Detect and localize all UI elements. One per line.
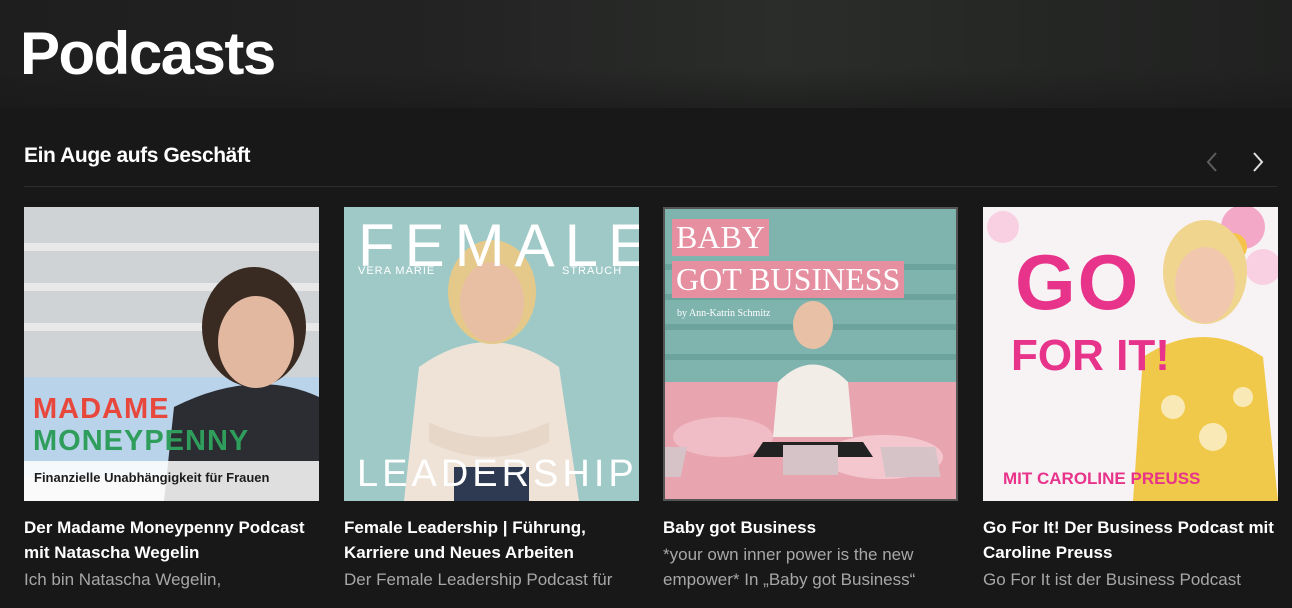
podcast-title-line[interactable]: Caroline Preuss	[983, 543, 1112, 562]
previous-button[interactable]	[1198, 148, 1226, 176]
shelf-title: Ein Auge aufs Geschäft	[24, 144, 251, 167]
podcast-description-line: *your own inner power is the new	[663, 545, 914, 564]
chevron-left-icon	[1206, 152, 1217, 172]
podcast-card[interactable]: FEMALE VERA MARIE STRAUCH LEADERSHIP Fem…	[344, 207, 639, 592]
cover-text: BABY	[672, 219, 769, 256]
next-button[interactable]	[1244, 148, 1272, 176]
podcast-title[interactable]: Baby got Business	[663, 515, 958, 540]
chevron-right-icon	[1253, 152, 1264, 172]
podcast-title-line[interactable]: Karriere und Neues Arbeiten	[344, 543, 574, 562]
cover-text: GO	[1015, 238, 1141, 326]
cover-text: FOR IT!	[1011, 331, 1170, 380]
podcast-title[interactable]: Der Madame Moneypenny Podcast mit Natasc…	[24, 515, 319, 565]
podcast-title-line[interactable]: Der Madame Moneypenny Podcast	[24, 518, 305, 537]
cover-text: Finanzielle Unabhängigkeit für Frauen	[34, 470, 270, 485]
cover-text: GOT BUSINESS	[672, 261, 905, 298]
cover-text: MONEYPENNY	[33, 425, 250, 457]
podcast-cover-image[interactable]: GO FOR IT! MIT CAROLINE PREUSS	[983, 207, 1278, 501]
cover-text: VERA MARIE	[358, 265, 436, 277]
cover-text: STRAUCH	[562, 265, 623, 277]
page-header: Podcasts	[0, 0, 1292, 108]
podcast-title-line[interactable]: Go For It! Der Business Podcast mit	[983, 518, 1274, 537]
podcast-description: Ich bin Natascha Wegelin,	[24, 570, 222, 589]
podcast-title[interactable]: Female Leadership | Führung, Karriere un…	[344, 515, 639, 565]
podcast-description: Go For It ist der Business Podcast	[983, 570, 1241, 589]
page-title: Podcasts	[20, 20, 276, 87]
podcast-card[interactable]: BABY GOT BUSINESS by Ann-Katrin Schmitz …	[663, 207, 958, 592]
podcast-cover-image[interactable]: MADAME MONEYPENNY Finanzielle Unabhängig…	[24, 207, 319, 501]
podcast-description: Der Female Leadership Podcast für	[344, 570, 613, 589]
cover-text: LEADERSHIP	[357, 453, 638, 495]
shelf-header: Ein Auge aufs Geschäft	[24, 108, 1277, 187]
podcast-card[interactable]: MADAME MONEYPENNY Finanzielle Unabhängig…	[24, 207, 319, 592]
cover-text: MIT CAROLINE PREUSS	[1003, 469, 1201, 488]
podcast-description-line: empower* In „Baby got Business“	[663, 570, 916, 589]
podcast-card[interactable]: GO FOR IT! MIT CAROLINE PREUSS Go For It…	[983, 207, 1278, 592]
podcast-shelf: Ein Auge aufs Geschäft MADAME MONEYPENNY…	[24, 108, 1278, 589]
cover-text: by Ann-Katrin Schmitz	[677, 308, 771, 319]
podcast-title-line[interactable]: mit Natascha Wegelin	[24, 543, 199, 562]
podcast-title[interactable]: Go For It! Der Business Podcast mit Caro…	[983, 515, 1278, 565]
podcast-title-line[interactable]: Baby got Business	[663, 518, 816, 537]
cover-text: MADAME	[33, 393, 170, 425]
podcast-title-line[interactable]: Female Leadership | Führung,	[344, 518, 586, 537]
podcast-description: *your own inner power is the new empower…	[663, 542, 958, 592]
podcast-cover-image[interactable]: BABY GOT BUSINESS by Ann-Katrin Schmitz	[663, 207, 958, 501]
podcast-cover-image[interactable]: FEMALE VERA MARIE STRAUCH LEADERSHIP	[344, 207, 639, 501]
